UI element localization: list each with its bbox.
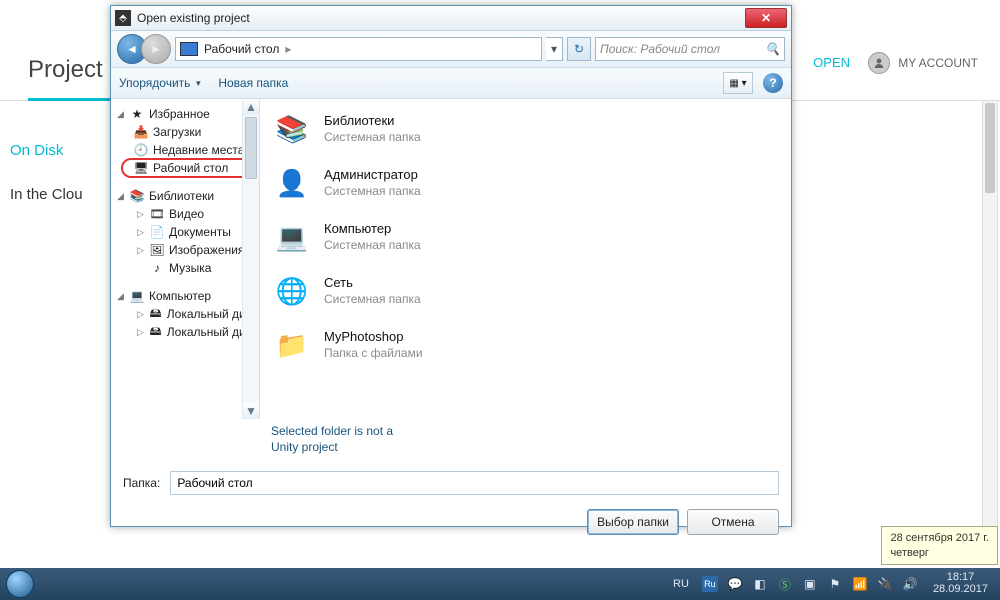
nav-tree: ◢★Избранное 📥Загрузки 🕘Недавние места 🖥Р… [111, 99, 260, 419]
folder-input[interactable] [170, 471, 779, 495]
windows-orb-icon [6, 570, 34, 598]
search-input[interactable]: Поиск: Рабочий стол 🔍 [595, 37, 785, 61]
network-icon: 🌐 [270, 271, 314, 311]
tree-computer[interactable]: ◢💻Компьютер [111, 287, 259, 305]
refresh-button[interactable]: ↻ [567, 37, 591, 61]
tree-local-disk-1[interactable]: ▷🖴Локальный диск [111, 305, 259, 323]
dialog-title: Open existing project [137, 11, 745, 25]
video-icon: 🎞 [149, 207, 165, 221]
computer-icon: 💻 [129, 289, 145, 303]
organize-menu[interactable]: Упорядочить▼ [119, 76, 202, 90]
tab-in-cloud[interactable]: In the Clou [10, 186, 83, 203]
address-dropdown[interactable]: ▾ [546, 37, 563, 61]
item-computer[interactable]: 💻 КомпьютерСистемная папка [268, 213, 783, 261]
tree-recent[interactable]: 🕘Недавние места [111, 141, 259, 159]
tray-icon[interactable]: ◧ [752, 576, 768, 592]
close-button[interactable]: ✕ [745, 8, 787, 28]
desktop-icon [180, 42, 198, 56]
item-myphotoshop[interactable]: 📁 MyPhotoshopПапка с файлами [268, 321, 783, 369]
scroll-up-icon[interactable]: ▲ [243, 99, 259, 115]
computer-icon: 💻 [270, 217, 314, 257]
network-tray-icon[interactable]: 📶 [852, 576, 868, 592]
taskbar[interactable]: RU Ru 💬 ◧ Ⓢ ▣ ⚑ 📶 🔌 🔊 18:17 28.09.2017 [0, 568, 1000, 600]
address-bar[interactable]: Рабочий стол ▸ [175, 37, 542, 61]
tree-music[interactable]: ♪Музыка [111, 259, 259, 277]
user-folder-icon: 👤 [270, 163, 314, 203]
tree-libraries[interactable]: ◢📚Библиотеки [111, 187, 259, 205]
viber-tray-icon[interactable]: 💬 [727, 576, 743, 592]
nav-row: ◄ ► Рабочий стол ▸ ▾ ↻ Поиск: Рабочий ст… [111, 31, 791, 68]
status-message: Selected folder is not aUnity project [111, 419, 791, 463]
music-icon: ♪ [149, 261, 165, 275]
address-text: Рабочий стол [204, 42, 279, 56]
tree-local-disk-2[interactable]: ▷🖴Локальный диск [111, 323, 259, 341]
unity-icon: ⬘ [115, 10, 131, 26]
libraries-icon: 📚 [129, 189, 145, 203]
action-center-icon[interactable]: ⚑ [827, 576, 843, 592]
avatar-icon [868, 52, 890, 74]
open-link[interactable]: OPEN [813, 55, 850, 70]
disk-icon: 🖴 [148, 325, 163, 339]
my-account-button[interactable]: MY ACCOUNT [868, 52, 978, 74]
disk-icon: 🖴 [148, 307, 163, 321]
search-icon: 🔍 [765, 42, 780, 56]
folder-row: Папка: [111, 463, 791, 503]
page-title: Project [28, 56, 103, 84]
help-button[interactable]: ? [763, 73, 783, 93]
folder-content[interactable]: 📚 БиблиотекиСистемная папка 👤 Администра… [260, 99, 791, 419]
clock-date: 28.09.2017 [933, 584, 988, 596]
folder-label: Папка: [123, 476, 160, 490]
downloads-icon: 📥 [133, 125, 149, 139]
pictures-icon: 🖼 [149, 243, 165, 257]
language-indicator[interactable]: RU [669, 578, 693, 590]
star-icon: ★ [129, 107, 145, 121]
tree-downloads[interactable]: 📥Загрузки [111, 123, 259, 141]
item-libraries[interactable]: 📚 БиблиотекиСистемная папка [268, 105, 783, 153]
clock[interactable]: 18:17 28.09.2017 [927, 572, 994, 595]
clock-tooltip: 28 сентября 2017 г.четверг [881, 526, 998, 565]
toolbar: Упорядочить▼ Новая папка ▦ ▾ ? [111, 68, 791, 99]
search-placeholder: Поиск: Рабочий стол [600, 42, 720, 56]
address-sep: ▸ [285, 42, 291, 56]
desktop-icon: 🖥 [133, 161, 149, 175]
tree-pictures[interactable]: ▷🖼Изображения [111, 241, 259, 259]
new-folder-button[interactable]: Новая папка [218, 76, 288, 90]
volume-tray-icon[interactable]: 🔊 [902, 576, 918, 592]
tray-icon-2[interactable]: ▣ [802, 576, 818, 592]
tree-scrollbar[interactable]: ▲ ▼ [242, 99, 259, 419]
open-project-dialog: ⬘ Open existing project ✕ ◄ ► Рабочий ст… [110, 5, 792, 527]
keyboard-layout-icon[interactable]: Ru [702, 576, 718, 592]
select-folder-button[interactable]: Выбор папки [587, 509, 679, 535]
tree-video[interactable]: ▷🎞Видео [111, 205, 259, 223]
tree-scroll-thumb[interactable] [245, 117, 257, 179]
item-administrator[interactable]: 👤 АдминистраторСистемная папка [268, 159, 783, 207]
dialog-titlebar[interactable]: ⬘ Open existing project ✕ [111, 6, 791, 31]
my-account-label: MY ACCOUNT [898, 56, 978, 70]
recent-icon: 🕘 [133, 143, 149, 157]
libraries-icon: 📚 [270, 109, 314, 149]
page-scrollbar[interactable] [982, 100, 998, 545]
nav-forward-button[interactable]: ► [141, 34, 171, 64]
scrollbar-thumb[interactable] [985, 103, 995, 193]
cancel-button[interactable]: Отмена [687, 509, 779, 535]
start-button[interactable] [0, 568, 40, 600]
folder-icon: 📁 [270, 325, 314, 365]
skype-tray-icon[interactable]: Ⓢ [777, 576, 793, 592]
tab-on-disk[interactable]: On Disk [10, 142, 63, 159]
documents-icon: 📄 [149, 225, 165, 239]
power-tray-icon[interactable]: 🔌 [877, 576, 893, 592]
tree-favorites[interactable]: ◢★Избранное [111, 105, 259, 123]
tree-documents[interactable]: ▷📄Документы [111, 223, 259, 241]
view-mode-button[interactable]: ▦ ▾ [723, 72, 753, 94]
tree-desktop[interactable]: 🖥Рабочий стол [111, 159, 259, 177]
item-network[interactable]: 🌐 СетьСистемная папка [268, 267, 783, 315]
scroll-down-icon[interactable]: ▼ [243, 403, 259, 419]
